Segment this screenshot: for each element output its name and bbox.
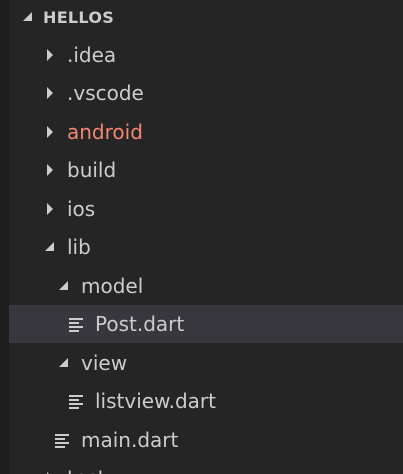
tree-item-label: main.dart: [81, 428, 179, 452]
tree-item-view-folder[interactable]: view: [9, 344, 403, 382]
chevron-down-icon[interactable]: [44, 241, 56, 253]
chevron-right-icon[interactable]: [45, 49, 57, 61]
tree-item-label: .idea: [67, 43, 117, 67]
tree-item-ios-folder[interactable]: ios: [9, 190, 403, 228]
explorer-section-header[interactable]: HELLOS: [9, 0, 403, 35]
chevron-right-icon[interactable]: [45, 87, 57, 99]
chevron-right-icon[interactable]: [45, 126, 57, 138]
tree-item-label: Post.dart: [95, 312, 185, 336]
file-lines-icon: [69, 395, 83, 409]
tree-item-label: test: [67, 466, 105, 474]
tree-item-listview-dart-file[interactable]: listview.dart: [9, 382, 403, 420]
tree-item-test-folder[interactable]: test: [9, 459, 403, 474]
chevron-right-icon[interactable]: [45, 164, 57, 176]
chevron-down-icon[interactable]: [22, 11, 34, 23]
tree-item-label: build: [67, 158, 117, 182]
tree-item-main-dart-file[interactable]: main.dart: [9, 421, 403, 459]
file-lines-icon: [55, 434, 69, 448]
tree-item-label: listview.dart: [95, 389, 216, 413]
tree-item-post-dart-file[interactable]: Post.dart: [9, 305, 403, 343]
tree-item-label: android: [67, 120, 143, 144]
chevron-right-icon[interactable]: [45, 203, 57, 215]
activity-bar-edge: [0, 0, 9, 474]
tree-item-idea-folder[interactable]: .idea: [9, 36, 403, 74]
tree-item-label: .vscode: [67, 81, 144, 105]
tree-item-lib-folder[interactable]: lib: [9, 228, 403, 266]
tree-item-label: model: [81, 274, 144, 298]
tree-item-label: ios: [67, 197, 96, 221]
tree-item-android-folder[interactable]: android: [9, 113, 403, 151]
chevron-down-icon[interactable]: [58, 280, 70, 292]
tree-item-vscode-folder[interactable]: .vscode: [9, 74, 403, 112]
tree-item-model-folder[interactable]: model: [9, 267, 403, 305]
chevron-down-icon[interactable]: [58, 357, 70, 369]
file-lines-icon: [69, 318, 83, 332]
workspace-title: HELLOS: [43, 8, 115, 27]
tree-item-label: view: [81, 351, 128, 375]
file-explorer: HELLOS .idea .vscode android build ios l…: [0, 0, 403, 474]
tree-item-label: lib: [67, 235, 91, 259]
tree-item-build-folder[interactable]: build: [9, 151, 403, 189]
